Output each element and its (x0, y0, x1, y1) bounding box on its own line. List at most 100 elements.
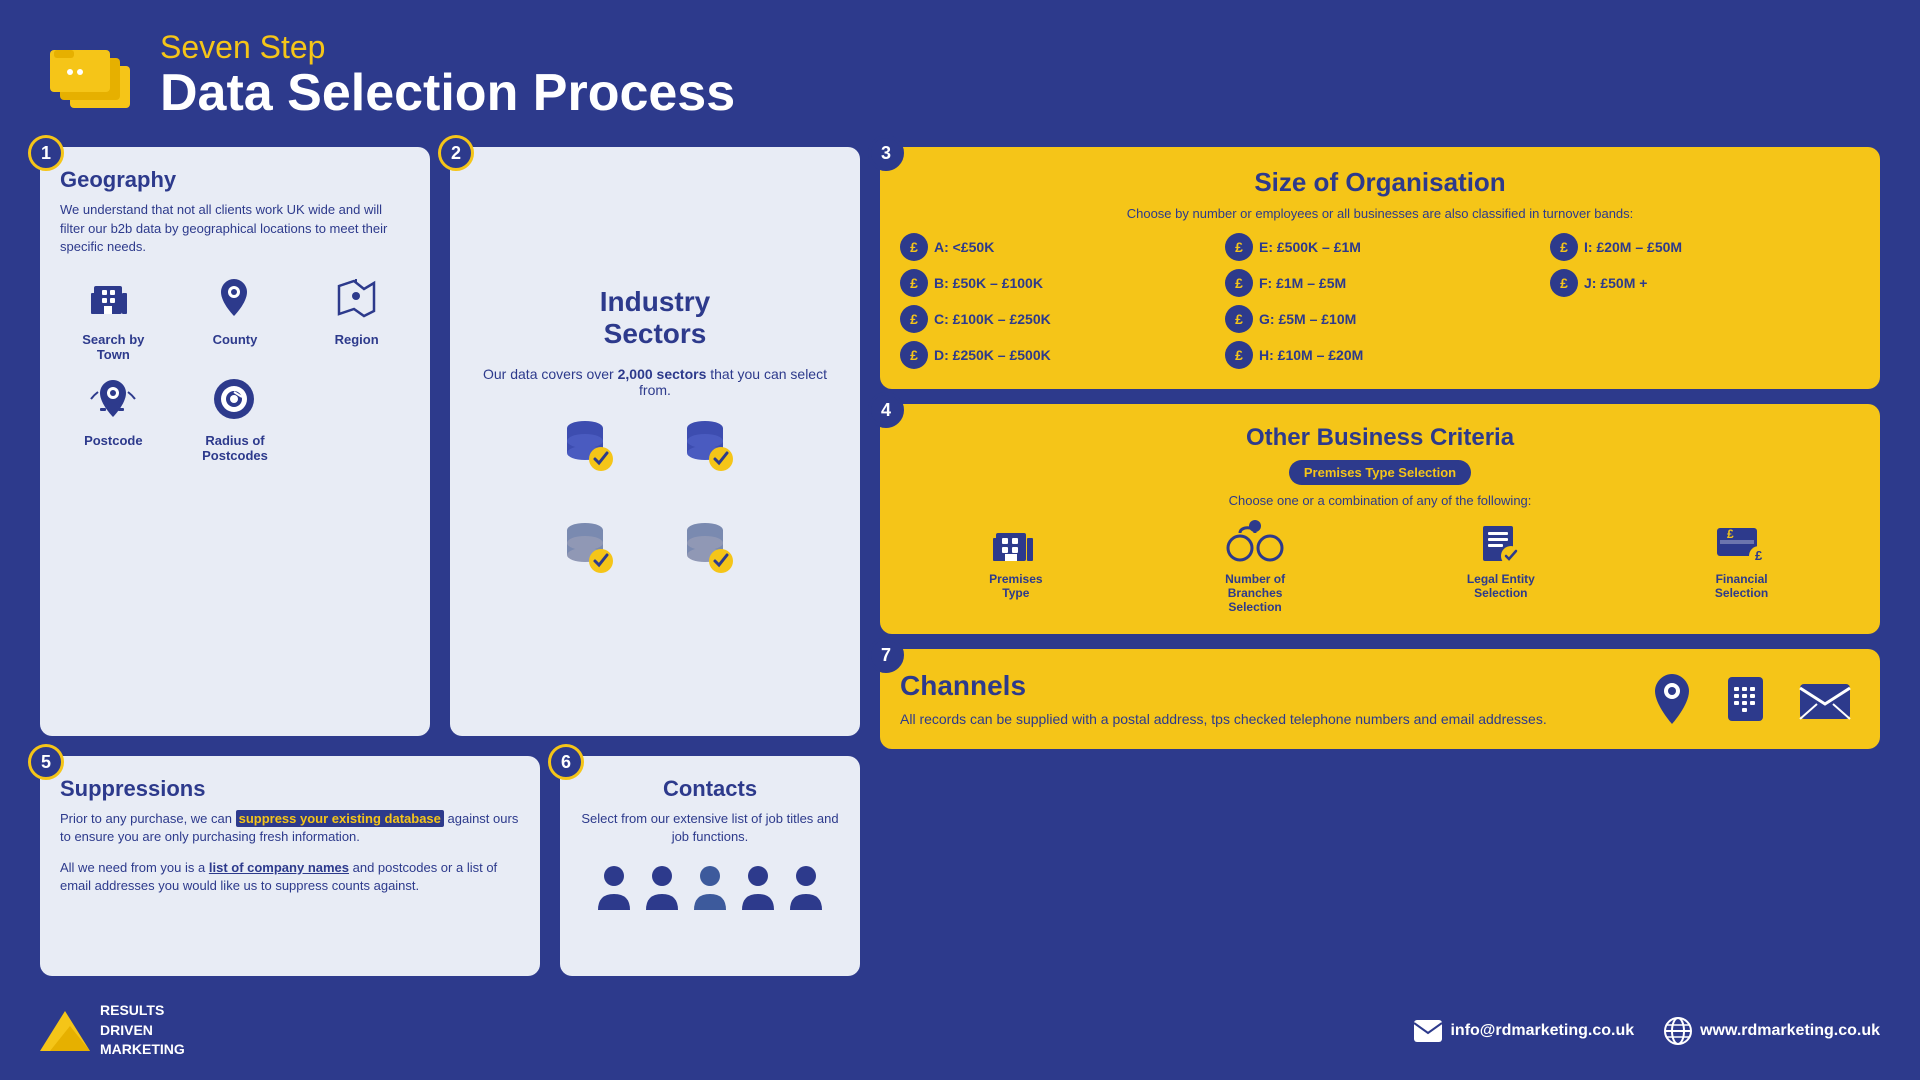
geo-label-postcode: Postcode (84, 433, 143, 448)
size-label-j: J: £50M + (1584, 275, 1647, 291)
premises-badge: Premises Type Selection (1289, 460, 1471, 485)
step-5-badge: 5 (28, 744, 64, 780)
geo-label-town: Search byTown (82, 332, 144, 362)
geo-label-radius: Radius ofPostcodes (202, 433, 268, 463)
channels-description: All records can be supplied with a posta… (900, 710, 1625, 730)
business-item-premises: PremisesType (988, 518, 1043, 614)
business-icons-row: PremisesType Number ofBranchesSelection (900, 518, 1860, 614)
size-item-c: £ C: £100K – £250K (900, 305, 1210, 333)
industry-description: Our data covers over 2,000 sectors that … (470, 366, 840, 398)
suppressions-para1: Prior to any purchase, we can suppress y… (60, 810, 520, 846)
top-row: 1 Geography We understand that not all c… (40, 147, 860, 736)
contacts-card: 6 Contacts Select from our extensive lis… (560, 756, 860, 976)
geo-icons-top: Search byTown County (60, 271, 410, 362)
size-label-g: G: £5M – £10M (1259, 311, 1356, 327)
footer: RESULTS DRIVEN MARKETING info@rdmarketin… (40, 991, 1880, 1060)
header-text: Seven Step Data Selection Process (160, 30, 735, 122)
suppressions-para2: All we need from you is a list of compan… (60, 859, 520, 895)
bottom-row: 5 Suppressions Prior to any purchase, we… (40, 756, 860, 976)
industry-card: 2 IndustrySectors Our data covers over 2… (450, 147, 860, 736)
geography-title: Geography (60, 167, 410, 193)
channels-row: Channels All records can be supplied wit… (900, 669, 1860, 729)
business-card: 4 Other Business Criteria Premises Type … (880, 404, 1880, 634)
suppressions-title: Suppressions (60, 776, 520, 802)
header-icon (40, 36, 140, 116)
db-icons (565, 413, 745, 503)
header-subtitle: Seven Step (160, 30, 735, 65)
main-container: Seven Step Data Selection Process 1 Geog… (0, 0, 1920, 1080)
pound-icon-h: £ (1225, 341, 1253, 369)
footer-email: info@rdmarketing.co.uk (1414, 1020, 1634, 1042)
phone-icon (1720, 669, 1775, 729)
size-label-c: C: £100K – £250K (934, 311, 1051, 327)
header: Seven Step Data Selection Process (40, 30, 1880, 122)
footer-logo-text: RESULTS DRIVEN MARKETING (100, 1001, 185, 1060)
industry-title: IndustrySectors (600, 286, 710, 350)
business-label-premises: PremisesType (989, 572, 1042, 600)
pound-icon-d: £ (900, 341, 928, 369)
geo-item-postcode: Postcode (60, 372, 167, 463)
geo-item-town: Search byTown (60, 271, 167, 362)
footer-website-text: www.rdmarketing.co.uk (1700, 1022, 1880, 1040)
business-label-legal: Legal EntitySelection (1467, 572, 1535, 600)
business-item-financial: £ £ FinancialSelection (1712, 518, 1772, 614)
size-title: Size of Organisation (900, 167, 1860, 198)
size-item-h: £ H: £10M – £20M (1225, 341, 1535, 369)
step-3-badge: 3 (868, 135, 904, 171)
business-label-branches: Number ofBranchesSelection (1225, 572, 1285, 614)
business-item-branches: Number ofBranchesSelection (1220, 518, 1290, 614)
size-item-g: £ G: £5M – £10M (1225, 305, 1535, 333)
content-area: 1 Geography We understand that not all c… (40, 147, 1880, 976)
business-center: Premises Type Selection (900, 460, 1860, 493)
pound-icon-i: £ (1550, 233, 1578, 261)
footer-email-icon (1414, 1020, 1442, 1042)
step-7-badge: 7 (868, 637, 904, 673)
geography-card: 1 Geography We understand that not all c… (40, 147, 430, 736)
size-grid: £ A: <£50K £ E: £500K – £1M £ I: £20M – … (900, 233, 1860, 369)
geography-description: We understand that not all clients work … (60, 201, 410, 256)
pound-icon-e: £ (1225, 233, 1253, 261)
rdm-logo-icon (40, 1011, 90, 1051)
contacts-icons (580, 862, 840, 912)
pound-icon-b: £ (900, 269, 928, 297)
pound-icon-g: £ (1225, 305, 1253, 333)
geo-label-county: County (213, 332, 258, 347)
footer-globe-icon (1664, 1017, 1692, 1045)
step-6-badge: 6 (548, 744, 584, 780)
size-item-b: £ B: £50K – £100K (900, 269, 1210, 297)
size-item-d: £ D: £250K – £500K (900, 341, 1210, 369)
footer-email-text: info@rdmarketing.co.uk (1450, 1022, 1634, 1040)
location-icon (1645, 669, 1700, 729)
contacts-title: Contacts (580, 776, 840, 802)
pound-icon-c: £ (900, 305, 928, 333)
channels-text: Channels All records can be supplied wit… (900, 670, 1625, 730)
svg-text:£: £ (1755, 548, 1763, 563)
pound-icon-a: £ (900, 233, 928, 261)
size-label-e: E: £500K – £1M (1259, 239, 1361, 255)
left-column: 1 Geography We understand that not all c… (40, 147, 860, 976)
footer-website: www.rdmarketing.co.uk (1664, 1017, 1880, 1045)
footer-logo-line3: MARKETING (100, 1040, 185, 1060)
step-1-badge: 1 (28, 135, 64, 171)
size-subtitle: Choose by number or employees or all bus… (900, 206, 1860, 221)
step-4-badge: 4 (868, 392, 904, 428)
size-label-f: F: £1M – £5M (1259, 275, 1346, 291)
business-title: Other Business Criteria (900, 424, 1860, 452)
right-column: 3 Size of Organisation Choose by number … (880, 147, 1880, 976)
business-item-legal: Legal EntitySelection (1467, 518, 1535, 614)
footer-logo: RESULTS DRIVEN MARKETING (40, 1001, 185, 1060)
size-item-f: £ F: £1M – £5M (1225, 269, 1535, 297)
business-subtitle: Choose one or a combination of any of th… (900, 493, 1860, 508)
size-label-h: H: £10M – £20M (1259, 347, 1363, 363)
geo-item-region: Region (303, 271, 410, 362)
svg-text:£: £ (1727, 527, 1734, 541)
suppressions-card: 5 Suppressions Prior to any purchase, we… (40, 756, 540, 976)
size-item-a: £ A: <£50K (900, 233, 1210, 261)
size-item-e: £ E: £500K – £1M (1225, 233, 1535, 261)
step-2-badge: 2 (438, 135, 474, 171)
contacts-description: Select from our extensive list of job ti… (580, 810, 840, 846)
size-label-i: I: £20M – £50M (1584, 239, 1682, 255)
business-label-financial: FinancialSelection (1715, 572, 1768, 600)
size-label-b: B: £50K – £100K (934, 275, 1043, 291)
footer-logo-line1: RESULTS (100, 1001, 185, 1021)
